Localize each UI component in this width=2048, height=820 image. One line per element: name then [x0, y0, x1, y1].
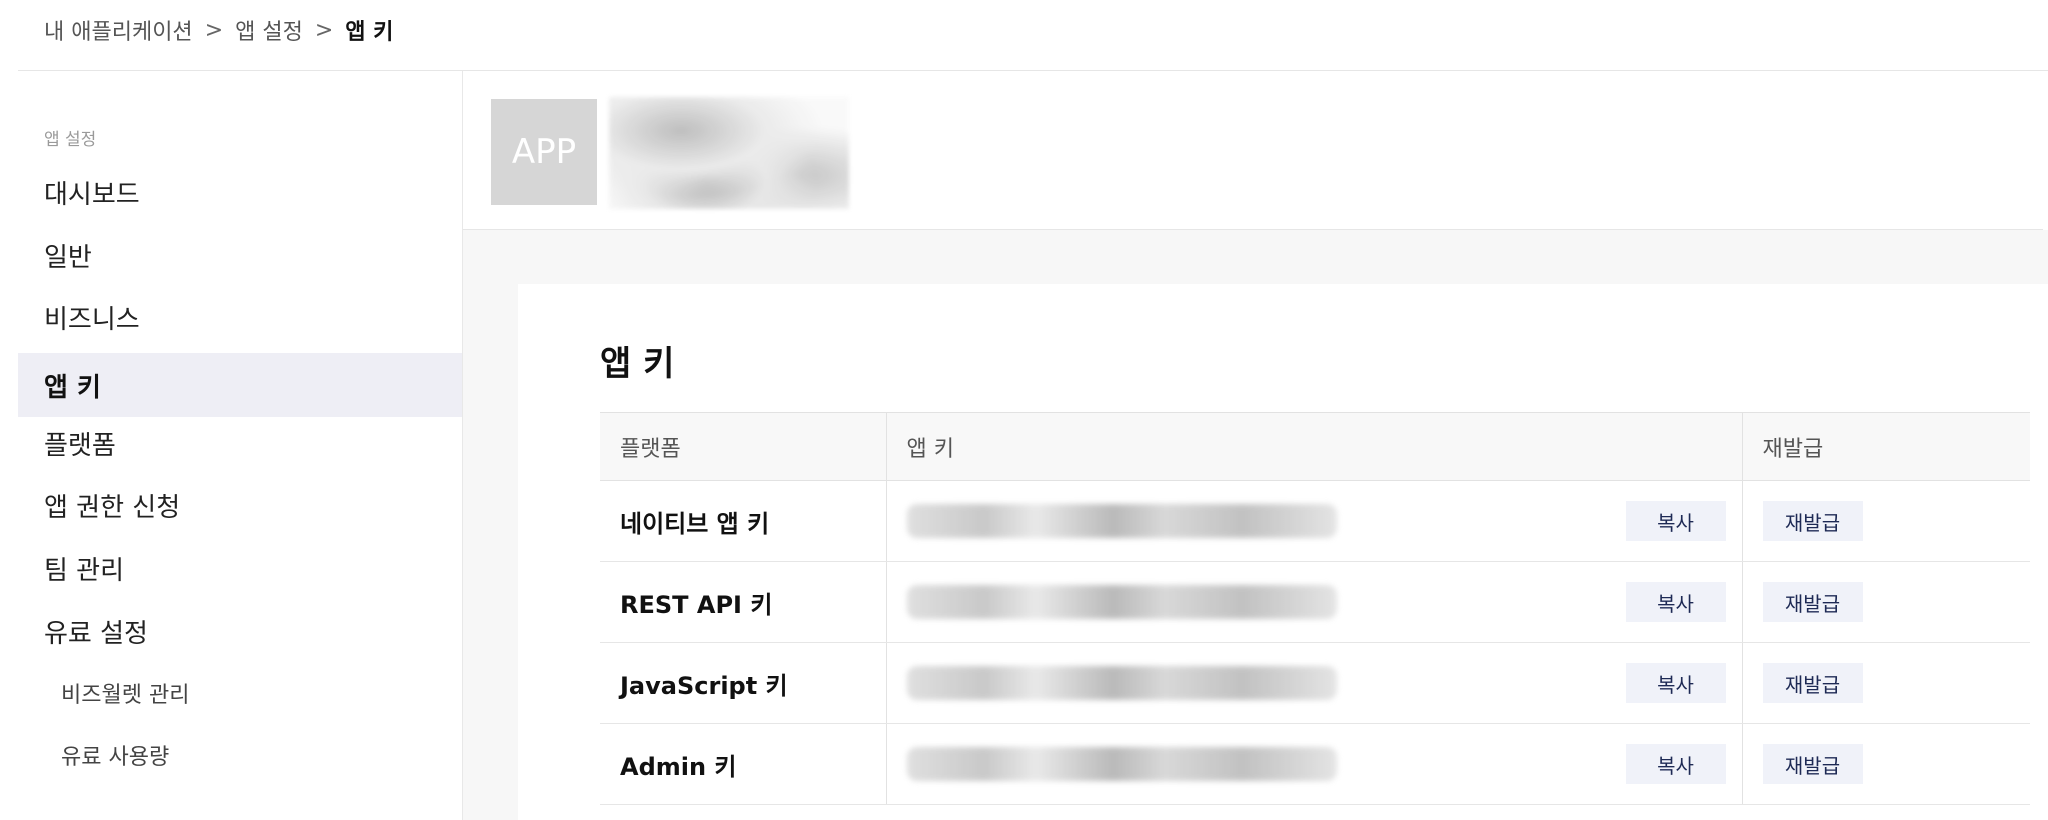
sidebar-item-business[interactable]: 비즈니스: [18, 285, 462, 349]
sidebar-item-permission-request[interactable]: 앱 권한 신청: [18, 473, 462, 537]
app-key-value-redacted: [906, 747, 1337, 781]
breadcrumb: 내 애플리케이션 > 앱 설정 > 앱 키: [44, 10, 393, 50]
sidebar-item-general[interactable]: 일반: [18, 223, 462, 287]
app-name-redacted: [609, 97, 849, 209]
row-reissue-cell: 재발급: [1741, 561, 2030, 643]
row-platform-name: JavaScript 키: [600, 642, 886, 724]
copy-button[interactable]: 복사: [1625, 501, 1726, 541]
table-row: JavaScript 키 복사 재발급: [600, 642, 2030, 724]
table-row: Admin 키 복사 재발급: [600, 723, 2030, 805]
column-header-platform: 플랫폼: [600, 412, 886, 481]
column-header-reissue: 재발급: [1741, 412, 2030, 481]
row-reissue-cell: 재발급: [1741, 480, 2030, 562]
row-key-cell: 복사: [885, 642, 1742, 724]
sidebar-subitem-bizwallet[interactable]: 비즈월렛 관리: [18, 665, 462, 721]
table-row: REST API 키 복사 재발급: [600, 561, 2030, 643]
sidebar-section-label: 앱 설정: [44, 130, 97, 150]
sidebar-subitem-paid-usage[interactable]: 유료 사용량: [18, 727, 462, 783]
app-icon: APP: [491, 99, 597, 205]
app-header: APP: [463, 71, 2043, 230]
row-key-cell: 복사: [885, 723, 1742, 805]
reissue-button[interactable]: 재발급: [1762, 501, 1863, 541]
row-platform-name: 네이티브 앱 키: [600, 480, 886, 562]
table-header-row: 플랫폼 앱 키 재발급: [600, 412, 2030, 481]
table-row: 네이티브 앱 키 복사 재발급: [600, 480, 2030, 562]
breadcrumb-my-applications[interactable]: 내 애플리케이션: [44, 14, 193, 46]
app-key-value-redacted: [906, 666, 1337, 700]
row-platform-name: REST API 키: [600, 561, 886, 643]
sidebar-item-platform[interactable]: 플랫폼: [18, 411, 462, 475]
app-key-value-redacted: [906, 504, 1337, 538]
breadcrumb-separator: >: [314, 17, 334, 43]
breadcrumb-separator: >: [204, 17, 224, 43]
reissue-button[interactable]: 재발급: [1762, 582, 1863, 622]
card-title: 앱 키: [600, 344, 675, 384]
row-reissue-cell: 재발급: [1741, 642, 2030, 724]
copy-button[interactable]: 복사: [1625, 744, 1726, 784]
copy-button[interactable]: 복사: [1625, 582, 1726, 622]
reissue-button[interactable]: 재발급: [1762, 744, 1863, 784]
row-key-cell: 복사: [885, 480, 1742, 562]
row-reissue-cell: 재발급: [1741, 723, 2030, 805]
reissue-button[interactable]: 재발급: [1762, 663, 1863, 703]
row-platform-name: Admin 키: [600, 723, 886, 805]
app-key-value-redacted: [906, 585, 1337, 619]
sidebar-item-dashboard[interactable]: 대시보드: [18, 160, 462, 224]
row-key-cell: 복사: [885, 561, 1742, 643]
sidebar-item-paid-settings[interactable]: 유료 설정: [18, 599, 462, 663]
breadcrumb-current: 앱 키: [345, 20, 394, 45]
sidebar-item-app-key[interactable]: 앱 키: [18, 353, 462, 417]
breadcrumb-app-settings[interactable]: 앱 설정: [235, 14, 303, 46]
app-key-card: 앱 키 플랫폼 앱 키 재발급 네이티브 앱 키 복사 재발급 REST API…: [518, 284, 2048, 820]
sidebar: 앱 설정 대시보드 일반 비즈니스 앱 키 플랫폼 앱 권한 신청 팀 관리 유…: [18, 71, 463, 820]
column-header-app-key: 앱 키: [885, 412, 1742, 481]
sidebar-item-team-management[interactable]: 팀 관리: [18, 536, 462, 600]
copy-button[interactable]: 복사: [1625, 663, 1726, 703]
app-key-table: 플랫폼 앱 키 재발급 네이티브 앱 키 복사 재발급 REST API 키 복…: [600, 412, 2030, 805]
